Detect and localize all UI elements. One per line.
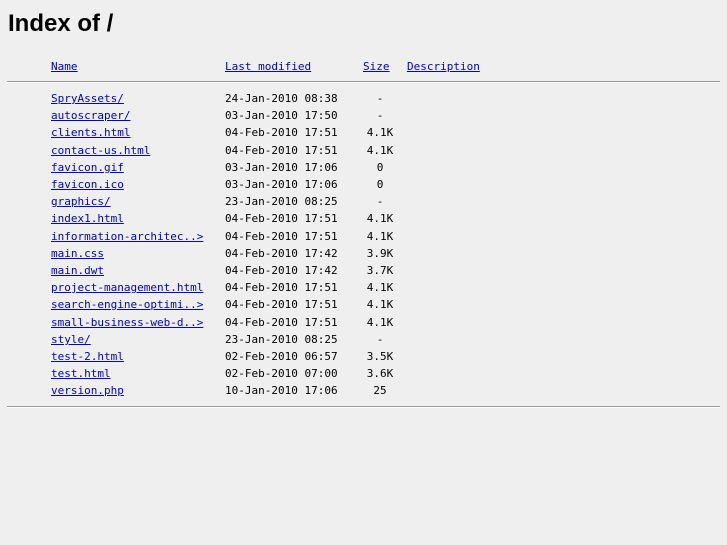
sort-by-size-link[interactable]: Size bbox=[363, 58, 399, 75]
file-link[interactable]: SpryAssets/ bbox=[51, 90, 124, 107]
file-link[interactable]: clients.html bbox=[51, 124, 130, 141]
file-link[interactable]: style/ bbox=[51, 331, 91, 348]
file-link[interactable]: test.html bbox=[51, 365, 111, 382]
size-cell: - bbox=[376, 92, 384, 105]
file-link[interactable]: index1.html bbox=[51, 210, 124, 227]
last-modified-cell: 03-Jan-2010 17:06 bbox=[225, 161, 338, 174]
last-modified-cell: 02-Feb-2010 06:57 bbox=[225, 350, 338, 363]
size-cell: - bbox=[376, 195, 384, 208]
last-modified-cell: 04-Feb-2010 17:42 bbox=[225, 247, 338, 260]
sort-by-description-link[interactable]: Description bbox=[407, 58, 480, 75]
file-link[interactable]: project-management.html bbox=[51, 279, 203, 296]
last-modified-cell: 04-Feb-2010 17:42 bbox=[225, 264, 338, 277]
last-modified-cell: 03-Jan-2010 17:50 bbox=[225, 109, 338, 122]
size-cell: 4.1K bbox=[366, 230, 394, 243]
file-link[interactable]: autoscraper/ bbox=[51, 107, 130, 124]
size-cell: 3.5K bbox=[366, 350, 394, 363]
size-cell: 4.1K bbox=[366, 281, 394, 294]
page-title: Index of / bbox=[8, 10, 114, 37]
size-cell: - bbox=[376, 333, 384, 346]
size-cell: 4.1K bbox=[366, 126, 394, 139]
last-modified-cell: 03-Jan-2010 17:06 bbox=[225, 178, 338, 191]
size-cell: 3.7K bbox=[366, 264, 394, 277]
last-modified-cell: 04-Feb-2010 17:51 bbox=[225, 281, 338, 294]
last-modified-cell: 04-Feb-2010 17:51 bbox=[225, 144, 338, 157]
size-cell: 4.1K bbox=[366, 316, 394, 329]
last-modified-cell: 23-Jan-2010 08:25 bbox=[225, 333, 338, 346]
file-link[interactable]: test-2.html bbox=[51, 348, 124, 365]
file-link[interactable]: favicon.gif bbox=[51, 159, 124, 176]
last-modified-cell: 23-Jan-2010 08:25 bbox=[225, 195, 338, 208]
file-link[interactable]: search-engine-optimi..> bbox=[51, 296, 203, 313]
size-cell: - bbox=[376, 109, 384, 122]
last-modified-cell: 04-Feb-2010 17:51 bbox=[225, 212, 338, 225]
file-link[interactable]: favicon.ico bbox=[51, 176, 124, 193]
file-link[interactable]: information-architec..> bbox=[51, 228, 203, 245]
size-cell: 3.9K bbox=[366, 247, 394, 260]
size-cell: 4.1K bbox=[366, 144, 394, 157]
file-link[interactable]: contact-us.html bbox=[51, 142, 150, 159]
bottom-divider bbox=[7, 406, 720, 408]
last-modified-cell: 04-Feb-2010 17:51 bbox=[225, 316, 338, 329]
last-modified-cell: 24-Jan-2010 08:38 bbox=[225, 92, 338, 105]
last-modified-cell: 04-Feb-2010 17:51 bbox=[225, 298, 338, 311]
last-modified-cell: 04-Feb-2010 17:51 bbox=[225, 230, 338, 243]
size-cell: 4.1K bbox=[366, 212, 394, 225]
file-link[interactable]: main.css bbox=[51, 245, 104, 262]
file-link[interactable]: version.php bbox=[51, 382, 124, 399]
sort-by-last-modified-link[interactable]: Last modified bbox=[225, 58, 311, 75]
file-link[interactable]: graphics/ bbox=[51, 193, 111, 210]
last-modified-cell: 04-Feb-2010 17:51 bbox=[225, 126, 338, 139]
last-modified-cell: 10-Jan-2010 17:06 bbox=[225, 384, 338, 397]
top-divider bbox=[7, 81, 720, 83]
size-cell: 25 bbox=[373, 384, 387, 397]
size-cell: 4.1K bbox=[366, 298, 394, 311]
sort-by-name-link[interactable]: Name bbox=[51, 58, 78, 75]
size-cell: 0 bbox=[376, 161, 384, 174]
last-modified-cell: 02-Feb-2010 07:00 bbox=[225, 367, 338, 380]
file-link[interactable]: main.dwt bbox=[51, 262, 104, 279]
size-cell: 3.6K bbox=[366, 367, 394, 380]
size-cell: 0 bbox=[376, 178, 384, 191]
file-link[interactable]: small-business-web-d..> bbox=[51, 314, 203, 331]
